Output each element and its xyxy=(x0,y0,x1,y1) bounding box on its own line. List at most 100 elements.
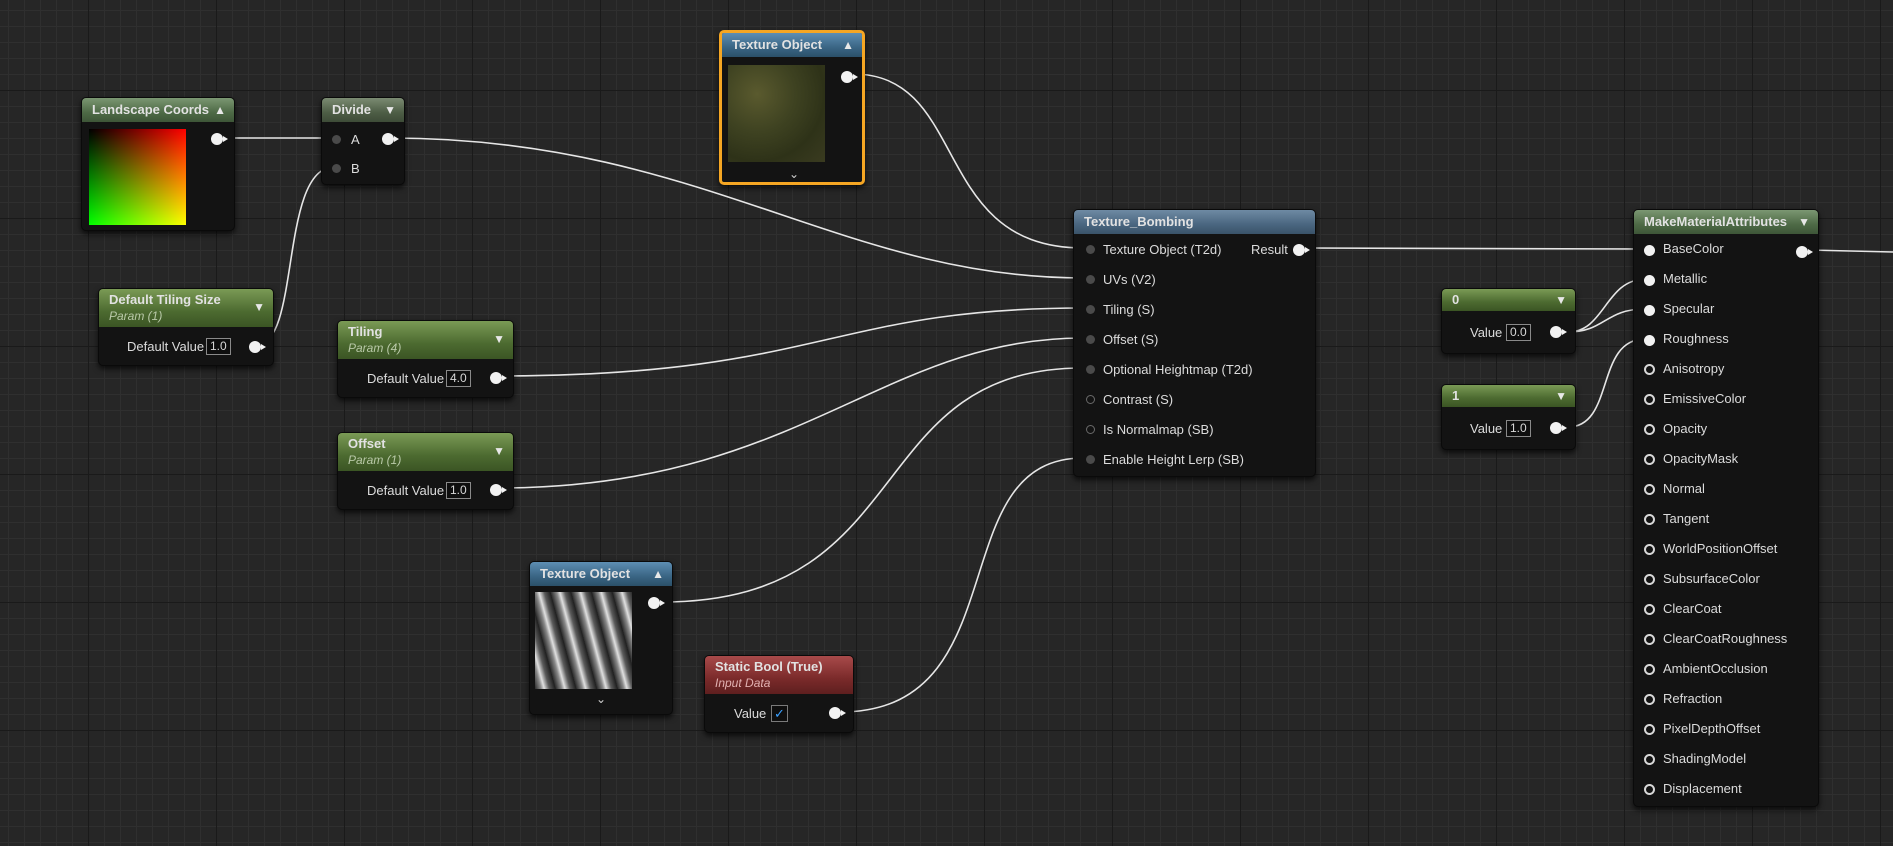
texture-object-node-heightmap[interactable]: Texture Object ▲ ⌄ xyxy=(529,561,673,715)
node-header[interactable]: Texture Object ▲ xyxy=(722,33,862,57)
default-tiling-size-param-node[interactable]: Default Tiling Size Param (1) ▼ Default … xyxy=(98,288,274,366)
input-pin-shadingmodel[interactable] xyxy=(1644,754,1655,765)
value-field[interactable]: 1.0 xyxy=(1506,420,1531,437)
node-header[interactable]: Static Bool (True) Input Data xyxy=(705,656,853,694)
node-header[interactable]: Divide ▼ xyxy=(322,98,404,122)
pin-label: Contrast (S) xyxy=(1103,392,1174,407)
value-label: Default Value xyxy=(367,483,445,498)
input-pin-b[interactable] xyxy=(332,164,341,173)
pin-label: Tiling (S) xyxy=(1103,302,1155,317)
input-pin-roughness[interactable] xyxy=(1644,335,1655,346)
chevron-up-icon[interactable]: ▲ xyxy=(842,33,854,57)
value-label: Default Value xyxy=(127,339,205,354)
input-pin-heightmap[interactable] xyxy=(1086,365,1095,374)
value-field[interactable]: 0.0 xyxy=(1506,324,1531,341)
output-pin[interactable] xyxy=(211,133,228,145)
node-header[interactable]: Offset Param (1) ▼ xyxy=(338,433,513,471)
input-pin-contrast[interactable] xyxy=(1086,395,1095,404)
node-title: 1 xyxy=(1452,388,1460,403)
node-header[interactable]: Default Tiling Size Param (1) ▼ xyxy=(99,289,273,327)
output-pin[interactable] xyxy=(490,484,507,496)
constant-0-node[interactable]: 0 ▼ Value 0.0 xyxy=(1441,288,1576,354)
pin-label: Normal xyxy=(1663,481,1705,496)
input-pin-clearcoatroughness[interactable] xyxy=(1644,634,1655,645)
chevron-down-icon[interactable]: ▼ xyxy=(1555,385,1567,407)
input-pin-clearcoat[interactable] xyxy=(1644,604,1655,615)
input-pin-subsurfacecolor[interactable] xyxy=(1644,574,1655,585)
output-pin[interactable] xyxy=(382,133,399,145)
input-pin-ambientocclusion[interactable] xyxy=(1644,664,1655,675)
texture-object-node-selected[interactable]: Texture Object ▲ ⌄ xyxy=(719,30,865,185)
output-pin-result[interactable] xyxy=(1293,244,1310,256)
pin-label-b: B xyxy=(351,161,360,176)
divide-node[interactable]: Divide ▼ A B xyxy=(321,97,405,185)
node-header[interactable]: MakeMaterialAttributes ▼ xyxy=(1634,210,1818,234)
chevron-down-icon[interactable]: ▼ xyxy=(1798,210,1810,234)
node-header[interactable]: Texture Object ▲ xyxy=(530,562,672,586)
input-pin-opacitymask[interactable] xyxy=(1644,454,1655,465)
uv-gradient-preview xyxy=(89,129,186,225)
input-pin-enable-height-lerp[interactable] xyxy=(1086,455,1095,464)
static-bool-node[interactable]: Static Bool (True) Input Data Value ✓ xyxy=(704,655,854,733)
input-pin-emissivecolor[interactable] xyxy=(1644,394,1655,405)
pin-label: Specular xyxy=(1663,301,1715,316)
output-pin[interactable] xyxy=(829,707,846,719)
offset-param-node[interactable]: Offset Param (1) ▼ Default Value 1.0 xyxy=(337,432,514,510)
chevron-down-icon[interactable]: ▼ xyxy=(493,331,505,347)
chevron-up-icon[interactable]: ▲ xyxy=(214,98,226,122)
landscape-coords-node[interactable]: Landscape Coords ▲ xyxy=(81,97,235,231)
input-pin-offset[interactable] xyxy=(1086,335,1095,344)
output-pin[interactable] xyxy=(841,71,858,83)
input-pin-a[interactable] xyxy=(332,135,341,144)
output-pin[interactable] xyxy=(1550,422,1567,434)
input-pin-normal[interactable] xyxy=(1644,484,1655,495)
input-pin-refraction[interactable] xyxy=(1644,694,1655,705)
tiling-param-node[interactable]: Tiling Param (4) ▼ Default Value 4.0 xyxy=(337,320,514,398)
chevron-down-icon[interactable]: ▼ xyxy=(384,98,396,122)
output-pin[interactable] xyxy=(1796,246,1813,258)
node-header[interactable]: Landscape Coords ▲ xyxy=(82,98,234,122)
chevron-down-icon[interactable]: ▼ xyxy=(253,299,265,315)
input-pin-tiling[interactable] xyxy=(1086,305,1095,314)
input-pin-is-normalmap[interactable] xyxy=(1086,425,1095,434)
input-pin-uvs[interactable] xyxy=(1086,275,1095,284)
input-pin-opacity[interactable] xyxy=(1644,424,1655,435)
node-title: MakeMaterialAttributes xyxy=(1644,214,1788,229)
default-value-field[interactable]: 4.0 xyxy=(446,370,471,387)
input-pin-displacement[interactable] xyxy=(1644,784,1655,795)
output-pin[interactable] xyxy=(249,341,266,353)
chevron-up-icon[interactable]: ▲ xyxy=(652,562,664,586)
input-pin-anisotropy[interactable] xyxy=(1644,364,1655,375)
pin-label: AmbientOcclusion xyxy=(1663,661,1768,676)
node-subtitle: Param (1) xyxy=(109,309,163,323)
chevron-down-icon[interactable]: ⌄ xyxy=(789,167,799,181)
chevron-down-icon[interactable]: ▼ xyxy=(493,443,505,459)
pin-label: Refraction xyxy=(1663,691,1723,706)
input-pin-specular[interactable] xyxy=(1644,305,1655,316)
texture-bombing-function-node[interactable]: Texture_Bombing Texture Object (T2d) UVs… xyxy=(1073,209,1316,477)
node-header[interactable]: 0 ▼ xyxy=(1442,289,1575,311)
constant-1-node[interactable]: 1 ▼ Value 1.0 xyxy=(1441,384,1576,450)
input-pin-basecolor[interactable] xyxy=(1644,245,1655,256)
wire-offset-to-offset xyxy=(496,337,1084,489)
output-pin[interactable] xyxy=(1550,326,1567,338)
node-header[interactable]: Tiling Param (4) ▼ xyxy=(338,321,513,359)
default-value-field[interactable]: 1.0 xyxy=(206,338,231,355)
chevron-down-icon[interactable]: ▼ xyxy=(1555,289,1567,311)
node-header[interactable]: 1 ▼ xyxy=(1442,385,1575,407)
checkmark-icon[interactable]: ✓ xyxy=(771,705,788,722)
make-material-attributes-node[interactable]: MakeMaterialAttributes ▼ BaseColor Metall… xyxy=(1633,209,1819,807)
pin-label: Optional Heightmap (T2d) xyxy=(1103,362,1253,377)
node-subtitle: Input Data xyxy=(715,676,771,690)
value-label: Value xyxy=(734,706,767,721)
default-value-field[interactable]: 1.0 xyxy=(446,482,471,499)
input-pin-worldpositionoffset[interactable] xyxy=(1644,544,1655,555)
output-pin[interactable] xyxy=(490,372,507,384)
chevron-down-icon[interactable]: ⌄ xyxy=(596,692,606,706)
output-pin[interactable] xyxy=(648,597,665,609)
node-header[interactable]: Texture_Bombing xyxy=(1074,210,1315,234)
input-pin-texture-object[interactable] xyxy=(1086,245,1095,254)
input-pin-tangent[interactable] xyxy=(1644,514,1655,525)
input-pin-pixeldepthoffset[interactable] xyxy=(1644,724,1655,735)
input-pin-metallic[interactable] xyxy=(1644,275,1655,286)
